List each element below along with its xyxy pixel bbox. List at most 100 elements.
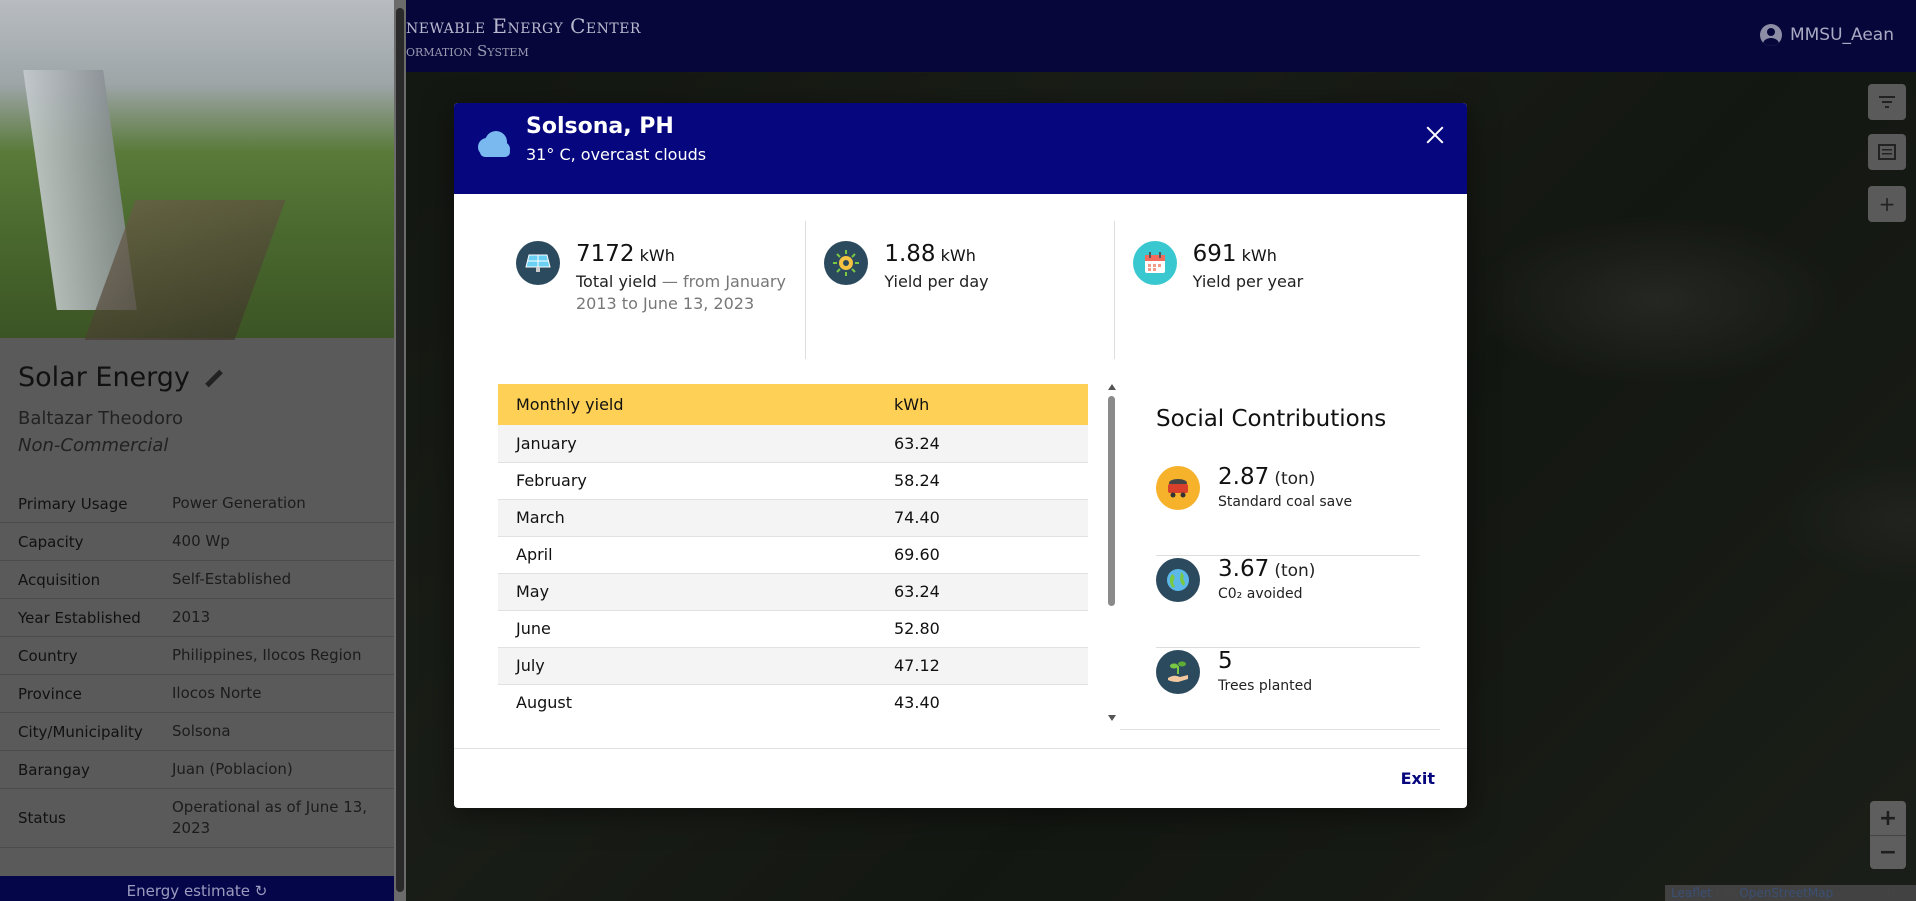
stat-label: Yield per day [884, 272, 989, 291]
detail-row: Primary Usage Power Generation [0, 485, 394, 523]
table-row: June 52.80 [498, 610, 1088, 648]
contribution-label: Trees planted [1218, 678, 1313, 694]
detail-row: Year Established 2013 [0, 599, 394, 637]
month-cell: January [498, 425, 876, 463]
solar-panel-icon [516, 241, 560, 285]
contribution-label: Standard coal save [1218, 494, 1353, 510]
table-row: April 69.60 [498, 536, 1088, 574]
kwh-cell: 69.60 [876, 536, 1088, 574]
detail-value: Ilocos Norte [172, 684, 262, 702]
kwh-cell: 74.40 [876, 499, 1088, 537]
stat-yield-per-year: 691 kWh Yield per year [1113, 221, 1422, 359]
site-photo [0, 0, 394, 338]
user-menu[interactable]: MMSU_Aean [1759, 24, 1894, 46]
column-header: Monthly yield [498, 384, 876, 425]
sidebar-scroll-thumb[interactable] [396, 8, 404, 892]
dialog-footer: Exit [454, 748, 1467, 808]
detail-row: City/Municipality Solsona [0, 713, 394, 751]
site-type: Non-Commercial [18, 435, 169, 456]
filter-button[interactable] [1868, 84, 1906, 120]
edit-pencil-icon[interactable] [202, 367, 224, 389]
detail-value: Solsona [172, 722, 231, 740]
list-button[interactable] [1868, 134, 1906, 170]
osm-link[interactable]: OpenStreetMap [1739, 886, 1833, 900]
stat-value: 691 [1192, 241, 1237, 267]
detail-key: Status [18, 809, 66, 827]
leaflet-link[interactable]: Leaflet [1671, 886, 1712, 900]
close-icon[interactable] [1423, 123, 1447, 147]
stat-value: 7172 [576, 241, 635, 267]
username: MMSU_Aean [1789, 25, 1894, 45]
energy-estimate-label: Energy estimate [126, 882, 250, 900]
top-navbar: newable Energy Center ormation System MM… [406, 0, 1916, 72]
column-header: kWh [876, 384, 1088, 425]
site-sidebar: Solar Energy Baltazar Theodoro Non-Comme… [0, 0, 394, 901]
energy-estimate-button[interactable]: Energy estimate ↻ [0, 876, 394, 901]
list-icon [1878, 144, 1896, 160]
month-cell: April [498, 536, 876, 574]
attribution-tail: contributors [1833, 886, 1910, 900]
site-title: Solar Energy [18, 362, 224, 393]
app-subtitle: ormation System [406, 42, 529, 60]
stat-value: 1.88 [884, 241, 936, 267]
plant-hand-icon [1156, 650, 1200, 694]
sun-worker-icon [824, 241, 869, 285]
month-cell: June [498, 610, 876, 648]
site-details: Primary Usage Power Generation Capacity 40… [0, 485, 394, 848]
detail-row: Barangay Juan (Poblacion) [0, 751, 394, 789]
calendar-icon [1132, 241, 1177, 285]
exit-button[interactable]: Exit [1401, 769, 1435, 788]
table-header-row: Monthly yield kWh [498, 384, 1088, 425]
kwh-cell: 43.40 [876, 684, 1088, 721]
table-row: March 74.40 [498, 499, 1088, 537]
contribution-coal: 2.87 (ton) Standard coal save [1156, 464, 1420, 556]
stat-label: Yield per year [1192, 272, 1304, 291]
attribution-separator: | © [1711, 886, 1740, 900]
month-cell: August [498, 684, 876, 721]
detail-row: Status Operational as of June 13, 2023 [0, 789, 394, 848]
detail-key: Country [18, 646, 78, 665]
monthly-yield-table: Monthly yield kWh January 63.24 February 5… [498, 384, 1088, 721]
sidebar-scrollbar[interactable] [394, 0, 406, 901]
contribution-unit: (ton) [1274, 561, 1316, 581]
monthly-yield-table-container[interactable]: Monthly yield kWh January 63.24 February 5… [498, 384, 1090, 721]
add-button[interactable]: + [1868, 186, 1906, 222]
coal-cart-icon [1156, 466, 1200, 510]
detail-value: Juan (Poblacion) [172, 760, 293, 778]
detail-value: Operational as of June 13, 2023 [172, 798, 368, 837]
month-cell: May [498, 573, 876, 611]
table-row: May 63.24 [498, 573, 1088, 611]
contribution-co2: 3.67 (ton) C0₂ avoided [1156, 556, 1420, 648]
filter-icon [1879, 96, 1895, 108]
detail-value: 400 Wp [172, 532, 230, 550]
detail-row: Capacity 400 Wp [0, 523, 394, 561]
contribution-value: 3.67 [1218, 556, 1270, 582]
zoom-in-button[interactable]: + [1870, 801, 1906, 835]
scroll-up-arrow-icon[interactable] [1108, 384, 1116, 390]
table-scrollbar[interactable] [1106, 384, 1118, 721]
dialog-title: Solsona, PH [526, 114, 674, 139]
detail-row: Acquisition Self-Established [0, 561, 394, 599]
table-row: February 58.24 [498, 462, 1088, 500]
map-attribution: Leaflet | © OpenStreetMap contributors [1665, 885, 1916, 901]
table-scroll-thumb[interactable] [1108, 396, 1115, 606]
month-cell: July [498, 647, 876, 685]
weather-text: 31° C, overcast clouds [526, 145, 707, 164]
stat-unit: kWh [940, 246, 976, 265]
month-cell: February [498, 462, 876, 500]
table-row: July 47.12 [498, 647, 1088, 685]
detail-key: City/Municipality [18, 722, 143, 741]
zoom-out-button[interactable]: − [1870, 835, 1906, 869]
contribution-value: 5 [1218, 648, 1233, 674]
plus-icon: + [1878, 192, 1896, 216]
app-title: newable Energy Center [406, 14, 641, 38]
contribution-trees: 5 Trees planted [1156, 648, 1420, 740]
energy-estimate-dialog: Solsona, PH 31° C, overcast clouds 7172 … [454, 103, 1467, 808]
detail-key: Barangay [18, 760, 90, 779]
kwh-cell: 63.24 [876, 425, 1088, 463]
scroll-down-arrow-icon[interactable] [1108, 715, 1116, 721]
detail-row: Country Philippines, Ilocos Region [0, 637, 394, 675]
cloud-icon [478, 131, 510, 157]
kwh-cell: 58.24 [876, 462, 1088, 500]
stat-label: Total yield [576, 272, 657, 291]
